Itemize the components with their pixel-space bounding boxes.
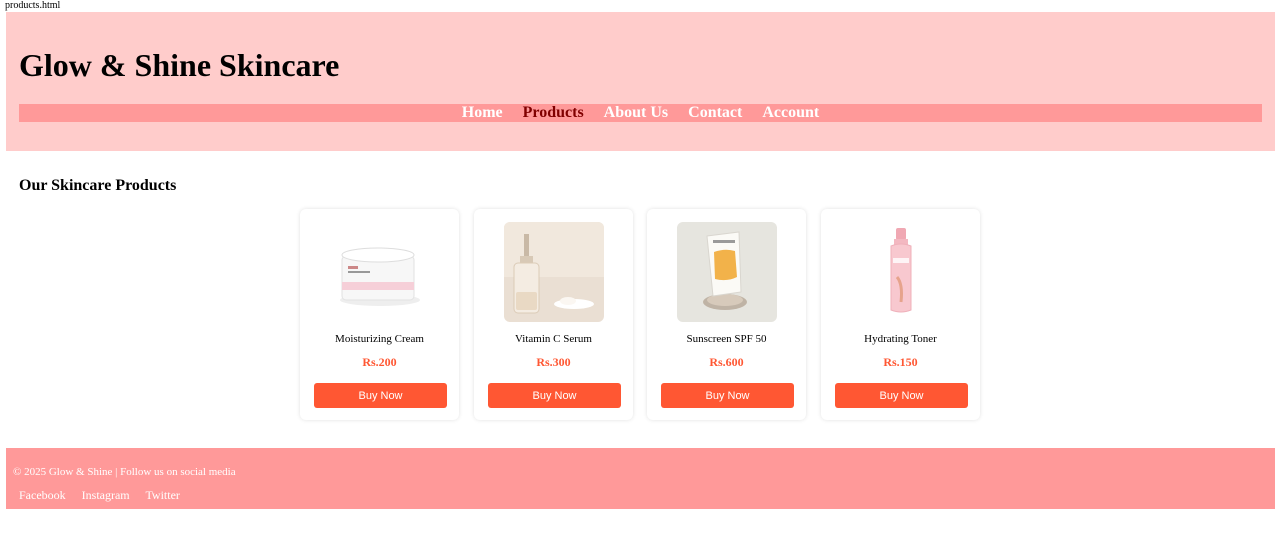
product-price: Rs.200 <box>362 355 397 369</box>
buy-now-button[interactable]: Buy Now <box>314 383 447 408</box>
product-price: Rs.150 <box>883 355 918 369</box>
site-header: Glow & Shine Skincare Home Products Abou… <box>6 12 1275 151</box>
nav-account[interactable]: Account <box>762 104 819 121</box>
product-name: Sunscreen SPF 50 <box>686 333 767 345</box>
nav-about-us[interactable]: About Us <box>604 104 668 121</box>
instagram-link[interactable]: Instagram <box>82 488 130 502</box>
buy-now-button[interactable]: Buy Now <box>835 383 968 408</box>
nav-home[interactable]: Home <box>462 104 503 121</box>
sunscreen-tube-image <box>677 222 777 322</box>
product-grid: Moisturizing Cream Rs.200 Buy Now Vitami… <box>300 209 982 422</box>
buy-now-button[interactable]: Buy Now <box>661 383 794 408</box>
product-card: Vitamin C Serum Rs.300 Buy Now <box>474 209 633 420</box>
nav-contact[interactable]: Contact <box>688 104 742 121</box>
product-card: Hydrating Toner Rs.150 Buy Now <box>821 209 980 420</box>
social-links: Facebook Instagram Twitter <box>19 488 193 502</box>
section-title: Our Skincare Products <box>19 177 177 194</box>
buy-now-button[interactable]: Buy Now <box>488 383 621 408</box>
facebook-link[interactable]: Facebook <box>19 488 66 502</box>
site-footer: © 2025 Glow & Shine | Follow us on socia… <box>6 448 1275 509</box>
product-name: Hydrating Toner <box>864 333 937 345</box>
product-card: Sunscreen SPF 50 Rs.600 Buy Now <box>647 209 806 420</box>
product-price: Rs.600 <box>709 355 744 369</box>
file-name-label: products.html <box>5 0 61 11</box>
main-nav: Home Products About Us Contact Account <box>19 104 1262 122</box>
toner-bottle-image <box>851 222 951 322</box>
copyright-text: © 2025 Glow & Shine | Follow us on socia… <box>13 466 236 478</box>
product-price: Rs.300 <box>536 355 571 369</box>
product-name: Moisturizing Cream <box>335 333 424 345</box>
cream-jar-image <box>330 222 430 322</box>
nav-products[interactable]: Products <box>523 104 584 121</box>
product-name: Vitamin C Serum <box>515 333 592 345</box>
site-title: Glow & Shine Skincare <box>19 47 340 83</box>
serum-bottle-image <box>504 222 604 322</box>
product-card: Moisturizing Cream Rs.200 Buy Now <box>300 209 459 420</box>
twitter-link[interactable]: Twitter <box>145 488 179 502</box>
